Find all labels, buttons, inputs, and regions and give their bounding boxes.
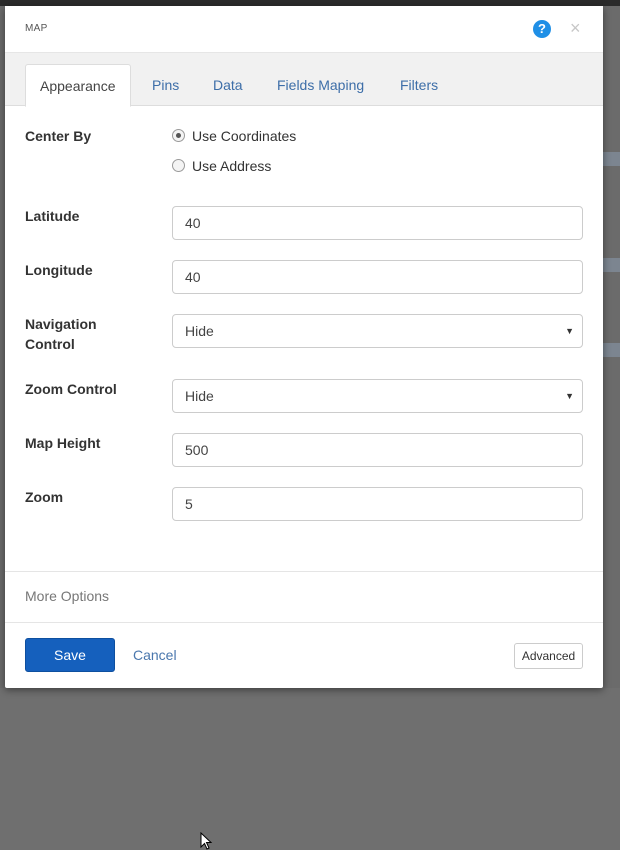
divider (5, 622, 603, 623)
map-height-input[interactable]: 500 (172, 433, 583, 467)
zoom-control-label: Zoom Control (25, 381, 117, 397)
zoom-label: Zoom (25, 489, 64, 505)
background-bar (602, 258, 620, 272)
advanced-button[interactable]: Advanced (514, 643, 583, 669)
navigation-control-select[interactable]: Hide ▼ (172, 314, 583, 348)
tab-filters[interactable]: Filters (386, 64, 452, 107)
map-dialog: MAP ? × Appearance Pins Data Fields Mapi… (5, 6, 603, 688)
zoom-control-value: Hide (185, 388, 214, 404)
more-options-toggle[interactable]: More Options (25, 588, 109, 604)
tab-pins[interactable]: Pins (138, 64, 193, 107)
longitude-input[interactable]: 40 (172, 260, 583, 294)
use-address-radio[interactable] (172, 159, 185, 172)
navigation-control-label-line1: Navigation (25, 316, 97, 332)
help-icon[interactable]: ? (533, 20, 551, 38)
use-coordinates-radio[interactable] (172, 129, 185, 142)
chevron-down-icon: ▼ (565, 326, 574, 336)
tab-bar: Appearance Pins Data Fields Maping Filte… (5, 52, 603, 107)
zoom-control-select[interactable]: Hide ▼ (172, 379, 583, 413)
navigation-control-label-line2: Control (25, 336, 75, 352)
dialog-header: MAP ? × (5, 6, 603, 52)
tab-data[interactable]: Data (199, 64, 257, 107)
use-address-label[interactable]: Use Address (192, 157, 271, 175)
center-by-label: Center By (25, 128, 92, 144)
latitude-label: Latitude (25, 208, 80, 224)
latitude-input[interactable]: 40 (172, 206, 583, 240)
use-coordinates-label[interactable]: Use Coordinates (192, 127, 296, 145)
save-button[interactable]: Save (25, 638, 115, 672)
tab-appearance[interactable]: Appearance (25, 64, 131, 107)
longitude-label: Longitude (25, 262, 93, 278)
tab-fields-maping[interactable]: Fields Maping (263, 64, 378, 107)
divider (5, 571, 603, 572)
navigation-control-value: Hide (185, 323, 214, 339)
chevron-down-icon: ▼ (565, 391, 574, 401)
page-overlay (0, 688, 620, 850)
background-bar (602, 152, 620, 166)
close-icon[interactable]: × (570, 18, 581, 38)
mouse-cursor-icon (200, 832, 213, 850)
cancel-button[interactable]: Cancel (133, 647, 177, 663)
background-bar (602, 343, 620, 357)
map-height-label: Map Height (25, 435, 101, 451)
zoom-input[interactable]: 5 (172, 487, 583, 521)
dialog-title: MAP (25, 23, 48, 34)
